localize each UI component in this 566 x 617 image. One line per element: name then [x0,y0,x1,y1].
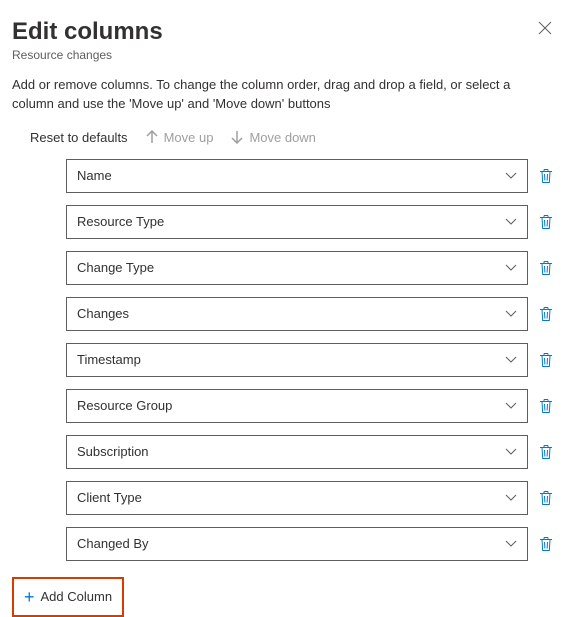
trash-icon [538,260,554,276]
trash-icon [538,306,554,322]
delete-column-button[interactable] [538,306,554,322]
chevron-down-icon [505,218,517,226]
column-row: Change Type [66,251,554,285]
delete-column-button[interactable] [538,444,554,460]
column-dropdown[interactable]: Resource Type [66,205,528,239]
chevron-down-icon [505,172,517,180]
move-up-button[interactable]: Move up [146,130,214,145]
column-dropdown[interactable]: Changes [66,297,528,331]
add-column-button[interactable]: + Add Column [12,577,124,617]
trash-icon [538,490,554,506]
trash-icon [538,398,554,414]
delete-column-button[interactable] [538,352,554,368]
toolbar: Reset to defaults Move up Move down [30,130,554,145]
chevron-down-icon [505,356,517,364]
delete-column-button[interactable] [538,168,554,184]
chevron-down-icon [505,448,517,456]
column-dropdown[interactable]: Change Type [66,251,528,285]
column-label: Change Type [77,260,154,275]
column-row: Name [66,159,554,193]
reset-defaults-link[interactable]: Reset to defaults [30,130,128,145]
column-row: Resource Group [66,389,554,423]
column-dropdown[interactable]: Resource Group [66,389,528,423]
column-label: Name [77,168,112,183]
plus-icon: + [24,588,35,606]
chevron-down-icon [505,540,517,548]
column-dropdown[interactable]: Timestamp [66,343,528,377]
arrow-down-icon [231,130,243,144]
column-row: Changes [66,297,554,331]
column-row: Subscription [66,435,554,469]
page-title: Edit columns [12,18,163,46]
trash-icon [538,214,554,230]
close-icon [538,21,552,35]
column-label: Timestamp [77,352,141,367]
chevron-down-icon [505,494,517,502]
column-dropdown[interactable]: Name [66,159,528,193]
trash-icon [538,352,554,368]
columns-list: Name Resource Type Change Type Changes Times… [66,159,554,561]
delete-column-button[interactable] [538,398,554,414]
delete-column-button[interactable] [538,536,554,552]
delete-column-button[interactable] [538,260,554,276]
description-text: Add or remove columns. To change the col… [12,76,554,114]
column-label: Changed By [77,536,149,551]
column-row: Client Type [66,481,554,515]
delete-column-button[interactable] [538,214,554,230]
column-label: Resource Group [77,398,172,413]
column-row: Resource Type [66,205,554,239]
trash-icon [538,536,554,552]
chevron-down-icon [505,310,517,318]
page-subtitle: Resource changes [12,48,163,62]
arrow-up-icon [146,130,158,144]
move-down-label: Move down [249,130,315,145]
chevron-down-icon [505,264,517,272]
delete-column-button[interactable] [538,490,554,506]
column-label: Subscription [77,444,149,459]
close-button[interactable] [536,18,554,40]
column-dropdown[interactable]: Subscription [66,435,528,469]
chevron-down-icon [505,402,517,410]
trash-icon [538,168,554,184]
move-down-button[interactable]: Move down [231,130,315,145]
column-dropdown[interactable]: Client Type [66,481,528,515]
column-label: Resource Type [77,214,164,229]
column-row: Changed By [66,527,554,561]
column-dropdown[interactable]: Changed By [66,527,528,561]
trash-icon [538,444,554,460]
column-row: Timestamp [66,343,554,377]
column-label: Changes [77,306,129,321]
add-column-label: Add Column [41,589,113,604]
move-up-label: Move up [164,130,214,145]
column-label: Client Type [77,490,142,505]
